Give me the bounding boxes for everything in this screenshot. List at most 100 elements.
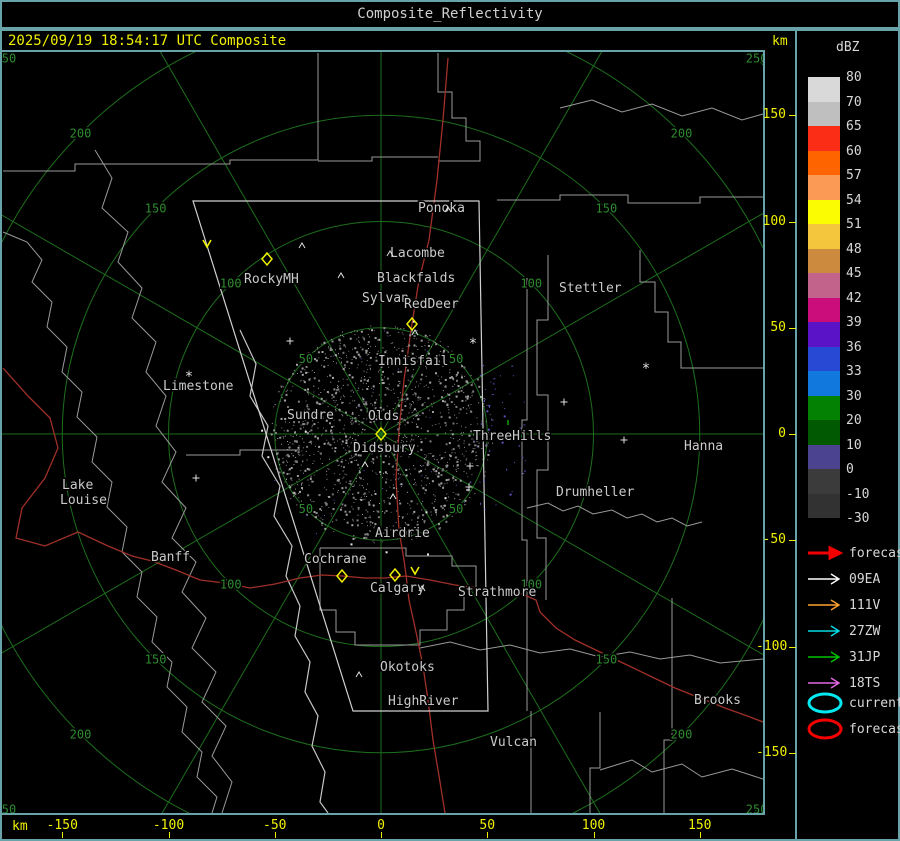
km-unit-top-label: km bbox=[772, 34, 788, 49]
asterisk-marker-icon: * bbox=[185, 369, 193, 385]
city-label-vulcan: Vulcan bbox=[490, 735, 537, 750]
ring-distance-label: 100 bbox=[220, 277, 242, 291]
right-axis-tick-label: -50 bbox=[762, 532, 786, 548]
ring-distance-label: 250 bbox=[2, 803, 16, 813]
city-label-limestone: Limestone bbox=[163, 379, 234, 394]
chevron-down-icon bbox=[410, 566, 420, 576]
legend-label: 31JP bbox=[849, 650, 881, 665]
city-label-banff: Banff bbox=[151, 550, 190, 565]
27ZW-arrow-icon bbox=[808, 625, 841, 637]
city-label-hanna: Hanna bbox=[684, 439, 723, 454]
bottom-axis-tick bbox=[699, 832, 701, 838]
colorbar-label: 45 bbox=[846, 266, 862, 281]
colorbar-label: 33 bbox=[846, 364, 862, 379]
city-label-drumheller: Drumheller bbox=[556, 485, 634, 500]
city-label-innisfail: Innisfail bbox=[378, 354, 448, 369]
city-label-rockymh: RockyMH bbox=[244, 272, 299, 287]
colorbar-block-54 bbox=[808, 199, 840, 224]
ring-distance-label: 200 bbox=[671, 728, 693, 742]
31JP-arrow-icon bbox=[808, 651, 841, 663]
boundary-line bbox=[497, 194, 763, 204]
colorbar-label: 48 bbox=[846, 241, 862, 257]
colorbar-label: -30 bbox=[846, 511, 870, 526]
city-label-ponoka: Ponoka bbox=[418, 201, 465, 216]
right-axis-tick bbox=[789, 115, 796, 117]
bottom-axis-tick-label: 50 bbox=[479, 818, 496, 833]
boundary-line bbox=[559, 99, 763, 121]
ring-distance-label: 50 bbox=[299, 352, 313, 366]
city-label-okotoks: Okotoks bbox=[380, 660, 435, 675]
legend-label: forecast bbox=[849, 546, 900, 561]
city-label-lake: Lake bbox=[62, 478, 93, 493]
colorbar-label: 20 bbox=[846, 413, 862, 428]
legend-label: 09EA bbox=[849, 572, 881, 587]
ring-distance-label: 50 bbox=[449, 502, 463, 516]
colorbar-title: dBZ bbox=[836, 40, 860, 55]
legend-item-111V: 111V bbox=[806, 597, 880, 619]
right-axis-tick-label: 150 bbox=[762, 107, 786, 123]
boundary-line bbox=[2, 231, 218, 813]
ring-distance-label: 150 bbox=[145, 202, 167, 216]
legend-item-27ZW: 27ZW bbox=[806, 623, 880, 645]
radial-line bbox=[2, 433, 382, 654]
right-axis-tick bbox=[789, 646, 796, 648]
right-axis-tick-label: -150 bbox=[756, 744, 788, 760]
legend-label: 18TS bbox=[849, 676, 881, 691]
boundary-line bbox=[599, 759, 763, 780]
plus-marker-icon bbox=[560, 398, 568, 406]
window-titlebar: Composite_Reflectivity bbox=[0, 0, 900, 29]
legend-label: forecast bbox=[849, 722, 900, 737]
boundary-line bbox=[94, 149, 233, 813]
colorbar-label: 60 bbox=[846, 143, 862, 159]
colorbar-block-60 bbox=[808, 150, 840, 175]
boundary-line bbox=[186, 449, 300, 456]
legend-label: 111V bbox=[849, 598, 881, 613]
colorbar-block-36 bbox=[808, 346, 840, 371]
city-label-threehills: ThreeHills bbox=[473, 429, 551, 444]
current-ellipse-icon bbox=[807, 692, 843, 714]
111V-arrow-icon bbox=[808, 599, 841, 611]
right-axis-tick bbox=[789, 434, 796, 435]
radial-line bbox=[380, 433, 763, 656]
colorbar-label: 57 bbox=[846, 168, 862, 183]
legend-item-forecast: forecast bbox=[806, 718, 900, 740]
right-axis-tick-label: -100 bbox=[756, 638, 788, 654]
colorbar-block-80 bbox=[808, 77, 840, 102]
legend-item-forecast: forecast bbox=[806, 545, 900, 567]
colorbar-block-51 bbox=[808, 224, 840, 249]
radial-line bbox=[161, 433, 382, 813]
colorbar-block-48 bbox=[808, 248, 840, 273]
radial-line bbox=[380, 52, 603, 435]
ring-distance-label: 100 bbox=[220, 577, 242, 591]
city-label-airdrie: Airdrie bbox=[375, 526, 430, 541]
09EA-arrow-icon bbox=[808, 573, 841, 585]
right-axis-tick bbox=[789, 540, 796, 542]
bottom-axis-tick bbox=[487, 832, 489, 838]
city-label-didsbury: Didsbury bbox=[353, 441, 416, 456]
right-axis-tick bbox=[789, 327, 796, 329]
colorbar-label: 80 bbox=[846, 70, 862, 85]
asterisk-marker-icon: * bbox=[642, 361, 650, 377]
city-label-blackfalds: Blackfalds bbox=[377, 271, 455, 286]
colorbar-label: 42 bbox=[846, 290, 862, 306]
city-label-reddeer: RedDeer bbox=[404, 297, 459, 312]
colorbar-label: 65 bbox=[846, 119, 862, 134]
ring-distance-label: 250 bbox=[746, 803, 763, 813]
colorbar-block-65 bbox=[808, 126, 840, 151]
right-axis-tick bbox=[789, 221, 796, 223]
legend-item-09EA: 09EA bbox=[806, 571, 880, 593]
radar-map-viewport[interactable]: 5050505010010010010015015015015020020020… bbox=[2, 52, 763, 813]
ring-distance-label: 200 bbox=[70, 728, 92, 742]
right-axis-tick-label: 100 bbox=[762, 213, 786, 229]
legend-label: 27ZW bbox=[849, 624, 881, 639]
city-label-stettler: Stettler bbox=[559, 281, 622, 296]
station-diamond-icon bbox=[389, 567, 401, 583]
boundary-line bbox=[318, 156, 438, 162]
ring-distance-label: 150 bbox=[596, 652, 618, 666]
boundary-line bbox=[521, 278, 528, 711]
boundary-line bbox=[663, 598, 673, 813]
window-title: Composite_Reflectivity bbox=[357, 6, 543, 22]
legend-item-31JP: 31JP bbox=[806, 649, 880, 671]
colorbar-block-39 bbox=[808, 322, 840, 347]
colorbar-label: 51 bbox=[846, 217, 862, 232]
